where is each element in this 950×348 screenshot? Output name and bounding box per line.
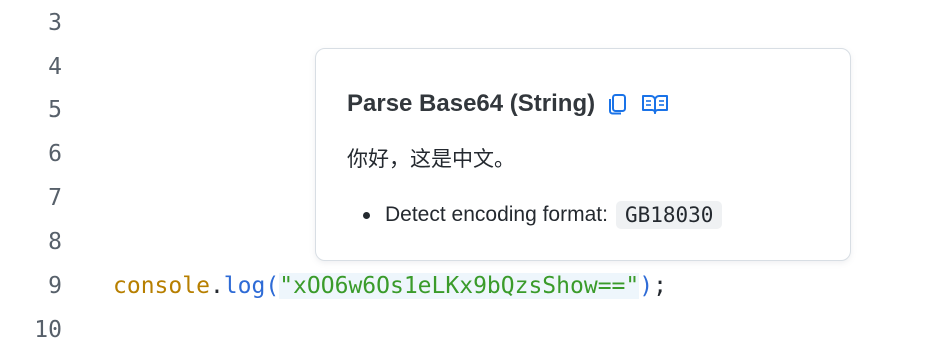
code-token-close-paren: ) [639,273,654,299]
detail-label: Detect encoding format: [385,203,608,226]
code-token-object[interactable]: console [113,273,210,299]
line-number: 8 [48,229,62,255]
hover-title-row: Parse Base64 (String) [347,87,669,121]
copy-icon[interactable] [605,91,631,117]
line-number: 7 [48,185,62,211]
hover-title: Parse Base64 (String) [347,90,596,117]
line-number: 10 [34,317,62,343]
code-token-semicolon: ; [653,273,667,299]
detail-list-item: Detect encoding format: GB18030 [363,201,723,229]
line-number: 3 [48,10,62,36]
hover-tooltip: Parse Base64 (String) 你好，这是中文。 Detect en… [315,48,851,261]
line-number: 9 [48,273,62,299]
code-token-method[interactable]: log [224,273,266,299]
line-number: 5 [48,97,62,123]
line-number: 4 [48,54,62,80]
decoded-text: 你好，这是中文。 [347,148,515,171]
bullet-icon [363,211,370,219]
line-number: 6 [48,141,62,167]
book-icon[interactable] [641,91,669,117]
encoding-badge: GB18030 [615,201,723,229]
code-token-string[interactable]: "xOO6w6Os1eLKx9bQzsShow==" [279,273,640,299]
code-line-9[interactable]: console.log("xOO6w6Os1eLKx9bQzsShow=="); [113,271,667,301]
code-token-dot: . [209,273,224,299]
code-token-open-paren: ( [265,273,280,299]
